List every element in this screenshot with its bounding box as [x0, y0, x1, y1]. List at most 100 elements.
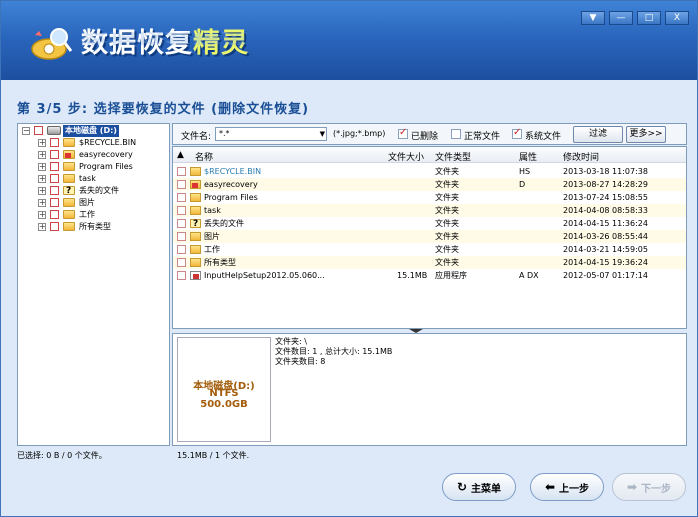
tree-item[interactable]: + 图片	[18, 197, 169, 209]
extension-hint: (*.jpg;*.bmp)	[333, 129, 386, 138]
expand-icon[interactable]: +	[38, 187, 46, 195]
row-checkbox[interactable]	[177, 167, 186, 176]
column-header-attr[interactable]: 属性	[519, 150, 537, 163]
info-panel: 本地磁盘(D:) NTFS 500.0GB 文件夹: \ 文件数目: 1 , 总…	[172, 333, 687, 446]
row-checkbox[interactable]	[177, 258, 186, 267]
more-button[interactable]: 更多>>	[626, 126, 666, 143]
tree-item[interactable]: + easyrecovery	[18, 149, 169, 161]
file-row[interactable]: 丢失的文件 文件夹 2014-04-15 11:36:24	[173, 217, 686, 231]
expand-icon[interactable]: +	[38, 163, 46, 171]
close-button[interactable]: X	[665, 11, 689, 25]
row-checkbox[interactable]	[177, 271, 186, 280]
file-row[interactable]: 所有类型 文件夹 2014-04-15 19:36:24	[173, 256, 686, 269]
row-attr: HS	[519, 167, 531, 176]
expand-icon[interactable]: +	[38, 139, 46, 147]
file-row[interactable]: InputHelpSetup2012.05.060... 15.1MB 应用程序…	[173, 269, 686, 282]
tree-checkbox[interactable]	[50, 186, 59, 195]
row-mtime: 2014-03-21 14:59:05	[563, 245, 648, 254]
row-checkbox[interactable]	[177, 180, 186, 189]
expand-icon[interactable]: +	[38, 211, 46, 219]
row-type: 文件夹	[435, 167, 459, 176]
collapse-icon[interactable]: −	[22, 127, 30, 135]
folder-icon	[190, 167, 201, 176]
tree-checkbox[interactable]	[50, 174, 59, 183]
row-size: 15.1MB	[397, 271, 428, 280]
row-mtime: 2014-04-15 19:36:24	[563, 258, 648, 267]
lost-files-icon	[190, 218, 201, 231]
row-checkbox[interactable]	[177, 232, 186, 241]
tree-item-label: 本地磁盘 (D:)	[63, 125, 119, 137]
column-header-size[interactable]: 文件大小	[388, 150, 424, 163]
row-type: 文件夹	[435, 258, 459, 267]
info-folder-count: 文件夹数目: 8	[275, 357, 326, 366]
filter-button[interactable]: 过滤	[573, 126, 623, 143]
row-checkbox[interactable]	[177, 245, 186, 254]
folder-icon	[190, 258, 201, 267]
row-attr: D	[519, 180, 526, 189]
file-row[interactable]: easyrecovery 文件夹 D 2013-08-27 14:28:29	[173, 178, 686, 191]
main-window: 数据恢复精灵 数据恢复精灵 ▼ — □ X 第 3/5 步: 选择要恢复的文件 …	[0, 0, 698, 517]
tree-checkbox[interactable]	[50, 162, 59, 171]
directory-tree[interactable]: − 本地磁盘 (D:) + $RECYCLE.BIN + easyrecover…	[17, 123, 170, 446]
folder-icon	[63, 210, 75, 219]
next-step-button[interactable]: ➡ 下一步	[612, 473, 686, 501]
info-text: 文件夹: \ 文件数目: 1 , 总计大小: 15.1MB 文件夹数目: 8	[275, 337, 392, 367]
tree-checkbox[interactable]	[50, 138, 59, 147]
selection-status: 已选择: 0 B / 0 个文件。	[17, 451, 107, 460]
minimize-button[interactable]: —	[609, 11, 633, 25]
file-row[interactable]: task 文件夹 2014-04-08 08:58:33	[173, 204, 686, 217]
tree-item-label: $RECYCLE.BIN	[79, 138, 137, 147]
filename-label: 文件名:	[181, 132, 212, 142]
sort-up-icon[interactable]: ▲	[177, 150, 184, 160]
arrow-left-icon: ⬅	[544, 480, 556, 494]
expand-icon[interactable]: +	[38, 199, 46, 207]
row-checkbox[interactable]	[177, 219, 186, 228]
row-name: $RECYCLE.BIN	[204, 167, 262, 176]
file-list[interactable]: ▲ 名称 文件大小 文件类型 属性 修改时间 $RECYCLE.BIN 文件夹 …	[172, 146, 687, 329]
file-row[interactable]: Program Files 文件夹 2013-07-24 15:08:55	[173, 191, 686, 204]
column-header-mtime[interactable]: 修改时间	[563, 150, 599, 163]
row-checkbox[interactable]	[177, 206, 186, 215]
drive-card: 本地磁盘(D:) NTFS 500.0GB	[177, 337, 271, 442]
row-name: 工作	[204, 245, 220, 254]
column-header-type[interactable]: 文件类型	[435, 150, 471, 163]
tree-checkbox[interactable]	[50, 210, 59, 219]
tree-checkbox[interactable]	[50, 222, 59, 231]
tree-checkbox[interactable]	[50, 198, 59, 207]
deleted-checkbox[interactable]	[398, 127, 408, 139]
tree-item-label: 丢失的文件	[79, 186, 119, 195]
main-menu-button[interactable]: ↻ 主菜单	[442, 473, 516, 501]
file-row[interactable]: 工作 文件夹 2014-03-21 14:59:05	[173, 243, 686, 256]
filename-value: *.*	[219, 129, 230, 138]
tree-checkbox[interactable]	[50, 150, 59, 159]
menu-dropdown-button[interactable]: ▼	[581, 11, 605, 25]
tree-checkbox[interactable]	[34, 126, 43, 135]
previous-step-button[interactable]: ⬅ 上一步	[530, 473, 604, 501]
drive-icon	[47, 126, 61, 135]
row-type: 文件夹	[435, 193, 459, 202]
tree-item[interactable]: − 本地磁盘 (D:)	[18, 125, 169, 137]
row-type: 文件夹	[435, 232, 459, 241]
system-files-checkbox[interactable]	[512, 127, 522, 139]
column-header-name[interactable]: 名称	[195, 150, 213, 163]
row-checkbox[interactable]	[177, 193, 186, 202]
filename-input[interactable]: *.* ▼	[215, 127, 327, 141]
normal-files-checkbox[interactable]	[451, 129, 461, 139]
expand-icon[interactable]: +	[38, 151, 46, 159]
tree-item[interactable]: + Program Files	[18, 161, 169, 173]
row-mtime: 2013-07-24 15:08:55	[563, 193, 648, 202]
chevron-down-icon[interactable]: ▼	[320, 128, 325, 140]
tree-item[interactable]: + task	[18, 173, 169, 185]
tree-item[interactable]: + 所有类型	[18, 221, 169, 233]
list-status: 15.1MB / 1 个文件.	[177, 451, 250, 460]
file-row[interactable]: 图片 文件夹 2014-03-26 08:55:44	[173, 230, 686, 243]
tree-item[interactable]: + 丢失的文件	[18, 185, 169, 197]
row-mtime: 2013-08-27 14:28:29	[563, 180, 648, 189]
file-row[interactable]: $RECYCLE.BIN 文件夹 HS 2013-03-18 11:07:38	[173, 165, 686, 178]
expand-icon[interactable]: +	[38, 175, 46, 183]
row-mtime: 2014-04-08 08:58:33	[563, 206, 648, 215]
tree-item[interactable]: + $RECYCLE.BIN	[18, 137, 169, 149]
maximize-button[interactable]: □	[637, 11, 661, 25]
tree-item[interactable]: + 工作	[18, 209, 169, 221]
expand-icon[interactable]: +	[38, 223, 46, 231]
